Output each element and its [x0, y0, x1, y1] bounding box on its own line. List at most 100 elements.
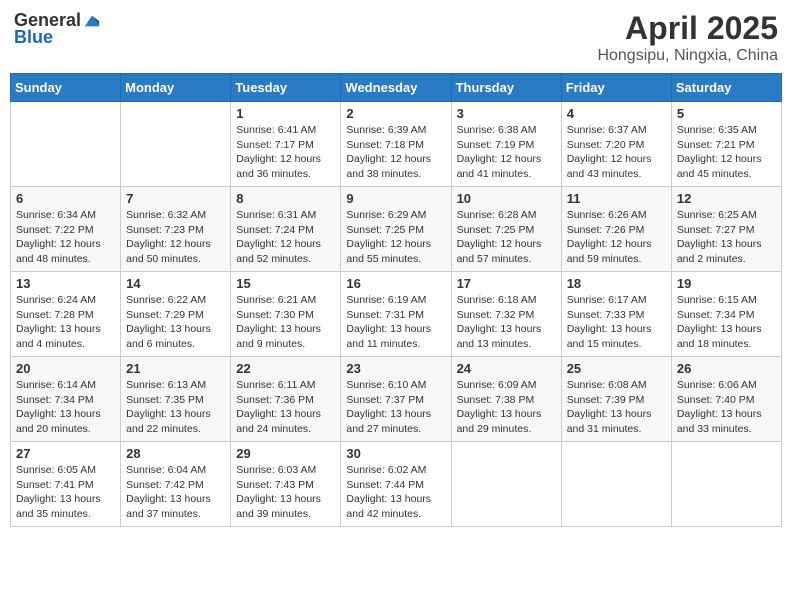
- day-number: 22: [236, 361, 335, 376]
- logo-blue-text: Blue: [14, 27, 53, 48]
- title-block: April 2025 Hongsipu, Ningxia, China: [597, 10, 778, 65]
- calendar-cell: 12 Sunrise: 6:25 AM Sunset: 7:27 PM Dayli…: [671, 187, 781, 272]
- day-number: 19: [677, 276, 776, 291]
- day-info: Sunrise: 6:34 AM Sunset: 7:22 PM Dayligh…: [16, 208, 115, 267]
- day-info: Sunrise: 6:37 AM Sunset: 7:20 PM Dayligh…: [567, 123, 666, 182]
- day-number: 23: [346, 361, 445, 376]
- calendar-cell: 9Sunrise: 6:29 AM Sunset: 7:25 PM Daylig…: [341, 187, 451, 272]
- day-header-tuesday: Tuesday: [231, 74, 341, 102]
- logo-icon: [83, 12, 101, 30]
- calendar-cell: 1 Sunrise: 6:41 AM Sunset: 7:17 PM Daylig…: [231, 102, 341, 187]
- day-number: 2: [346, 106, 445, 121]
- day-info: Sunrise: 6:26 AM Sunset: 7:26 PM Dayligh…: [567, 208, 666, 267]
- day-info: Sunrise: 6:22 AM Sunset: 7:29 PM Dayligh…: [126, 293, 225, 352]
- day-info: Sunrise: 6:39 AM Sunset: 7:18 PM Dayligh…: [346, 123, 445, 182]
- day-number: 11: [567, 191, 666, 206]
- day-number: 6: [16, 191, 115, 206]
- calendar-cell: [11, 102, 121, 187]
- day-number: 4: [567, 106, 666, 121]
- calendar-cell: 7 Sunrise: 6:32 AM Sunset: 7:23 PM Daylig…: [121, 187, 231, 272]
- calendar-cell: 24 Sunrise: 6:09 AM Sunset: 7:38 PM Dayli…: [451, 357, 561, 442]
- calendar-cell: 20Sunrise: 6:14 AM Sunset: 7:34 PM Dayli…: [11, 357, 121, 442]
- day-number: 29: [236, 446, 335, 461]
- day-number: 1: [236, 106, 335, 121]
- calendar-cell: 10 Sunrise: 6:28 AM Sunset: 7:25 PM Dayli…: [451, 187, 561, 272]
- day-number: 7: [126, 191, 225, 206]
- calendar-cell: 28Sunrise: 6:04 AM Sunset: 7:42 PM Dayli…: [121, 442, 231, 527]
- day-info: Sunrise: 6:32 AM Sunset: 7:23 PM Dayligh…: [126, 208, 225, 267]
- day-info: Sunrise: 6:19 AM Sunset: 7:31 PM Dayligh…: [346, 293, 445, 352]
- day-number: 5: [677, 106, 776, 121]
- calendar-cell: 23 Sunrise: 6:10 AM Sunset: 7:37 PM Dayli…: [341, 357, 451, 442]
- day-info: Sunrise: 6:10 AM Sunset: 7:37 PM Dayligh…: [346, 378, 445, 437]
- day-number: 27: [16, 446, 115, 461]
- day-info: Sunrise: 6:41 AM Sunset: 7:17 PM Dayligh…: [236, 123, 335, 182]
- day-number: 8: [236, 191, 335, 206]
- calendar-cell: 8 Sunrise: 6:31 AM Sunset: 7:24 PM Daylig…: [231, 187, 341, 272]
- calendar-cell: 14 Sunrise: 6:22 AM Sunset: 7:29 PM Dayli…: [121, 272, 231, 357]
- calendar-cell: 30 Sunrise: 6:02 AM Sunset: 7:44 PM Dayli…: [341, 442, 451, 527]
- calendar-cell: [451, 442, 561, 527]
- day-info: Sunrise: 6:04 AM Sunset: 7:42 PM Dayligh…: [126, 463, 225, 522]
- subtitle: Hongsipu, Ningxia, China: [597, 47, 778, 65]
- day-number: 12: [677, 191, 776, 206]
- day-number: 16: [346, 276, 445, 291]
- calendar-cell: 11 Sunrise: 6:26 AM Sunset: 7:26 PM Dayli…: [561, 187, 671, 272]
- day-header-friday: Friday: [561, 74, 671, 102]
- day-header-monday: Monday: [121, 74, 231, 102]
- calendar-cell: 13Sunrise: 6:24 AM Sunset: 7:28 PM Dayli…: [11, 272, 121, 357]
- day-info: Sunrise: 6:06 AM Sunset: 7:40 PM Dayligh…: [677, 378, 776, 437]
- day-header-wednesday: Wednesday: [341, 74, 451, 102]
- day-info: Sunrise: 6:02 AM Sunset: 7:44 PM Dayligh…: [346, 463, 445, 522]
- logo: General Blue: [14, 10, 101, 48]
- day-info: Sunrise: 6:11 AM Sunset: 7:36 PM Dayligh…: [236, 378, 335, 437]
- calendar-cell: [121, 102, 231, 187]
- day-number: 17: [457, 276, 556, 291]
- calendar-cell: 25 Sunrise: 6:08 AM Sunset: 7:39 PM Dayli…: [561, 357, 671, 442]
- day-info: Sunrise: 6:21 AM Sunset: 7:30 PM Dayligh…: [236, 293, 335, 352]
- day-number: 15: [236, 276, 335, 291]
- day-info: Sunrise: 6:38 AM Sunset: 7:19 PM Dayligh…: [457, 123, 556, 182]
- calendar-cell: 21Sunrise: 6:13 AM Sunset: 7:35 PM Dayli…: [121, 357, 231, 442]
- day-number: 21: [126, 361, 225, 376]
- day-number: 26: [677, 361, 776, 376]
- day-header-saturday: Saturday: [671, 74, 781, 102]
- calendar-cell: 29 Sunrise: 6:03 AM Sunset: 7:43 PM Dayli…: [231, 442, 341, 527]
- day-info: Sunrise: 6:28 AM Sunset: 7:25 PM Dayligh…: [457, 208, 556, 267]
- calendar-cell: 5Sunrise: 6:35 AM Sunset: 7:21 PM Daylig…: [671, 102, 781, 187]
- day-number: 3: [457, 106, 556, 121]
- week-row-3: 13Sunrise: 6:24 AM Sunset: 7:28 PM Dayli…: [11, 272, 782, 357]
- calendar-cell: 19 Sunrise: 6:15 AM Sunset: 7:34 PM Dayli…: [671, 272, 781, 357]
- day-number: 24: [457, 361, 556, 376]
- day-number: 20: [16, 361, 115, 376]
- calendar-cell: 22 Sunrise: 6:11 AM Sunset: 7:36 PM Dayli…: [231, 357, 341, 442]
- week-row-5: 27 Sunrise: 6:05 AM Sunset: 7:41 PM Dayli…: [11, 442, 782, 527]
- day-info: Sunrise: 6:09 AM Sunset: 7:38 PM Dayligh…: [457, 378, 556, 437]
- calendar-cell: 3 Sunrise: 6:38 AM Sunset: 7:19 PM Daylig…: [451, 102, 561, 187]
- day-info: Sunrise: 6:08 AM Sunset: 7:39 PM Dayligh…: [567, 378, 666, 437]
- calendar-cell: 15 Sunrise: 6:21 AM Sunset: 7:30 PM Dayli…: [231, 272, 341, 357]
- day-info: Sunrise: 6:24 AM Sunset: 7:28 PM Dayligh…: [16, 293, 115, 352]
- day-number: 30: [346, 446, 445, 461]
- week-row-2: 6 Sunrise: 6:34 AM Sunset: 7:22 PM Daylig…: [11, 187, 782, 272]
- day-number: 18: [567, 276, 666, 291]
- day-info: Sunrise: 6:18 AM Sunset: 7:32 PM Dayligh…: [457, 293, 556, 352]
- day-number: 14: [126, 276, 225, 291]
- calendar-cell: 18Sunrise: 6:17 AM Sunset: 7:33 PM Dayli…: [561, 272, 671, 357]
- day-info: Sunrise: 6:31 AM Sunset: 7:24 PM Dayligh…: [236, 208, 335, 267]
- calendar-cell: [561, 442, 671, 527]
- day-info: Sunrise: 6:15 AM Sunset: 7:34 PM Dayligh…: [677, 293, 776, 352]
- calendar-cell: [671, 442, 781, 527]
- week-row-4: 20Sunrise: 6:14 AM Sunset: 7:34 PM Dayli…: [11, 357, 782, 442]
- calendar-cell: 4 Sunrise: 6:37 AM Sunset: 7:20 PM Daylig…: [561, 102, 671, 187]
- day-info: Sunrise: 6:25 AM Sunset: 7:27 PM Dayligh…: [677, 208, 776, 267]
- day-header-thursday: Thursday: [451, 74, 561, 102]
- week-row-1: 1 Sunrise: 6:41 AM Sunset: 7:17 PM Daylig…: [11, 102, 782, 187]
- day-number: 10: [457, 191, 556, 206]
- day-number: 25: [567, 361, 666, 376]
- header-row: SundayMondayTuesdayWednesdayThursdayFrid…: [11, 74, 782, 102]
- day-number: 9: [346, 191, 445, 206]
- calendar-cell: 2 Sunrise: 6:39 AM Sunset: 7:18 PM Daylig…: [341, 102, 451, 187]
- day-info: Sunrise: 6:05 AM Sunset: 7:41 PM Dayligh…: [16, 463, 115, 522]
- day-info: Sunrise: 6:03 AM Sunset: 7:43 PM Dayligh…: [236, 463, 335, 522]
